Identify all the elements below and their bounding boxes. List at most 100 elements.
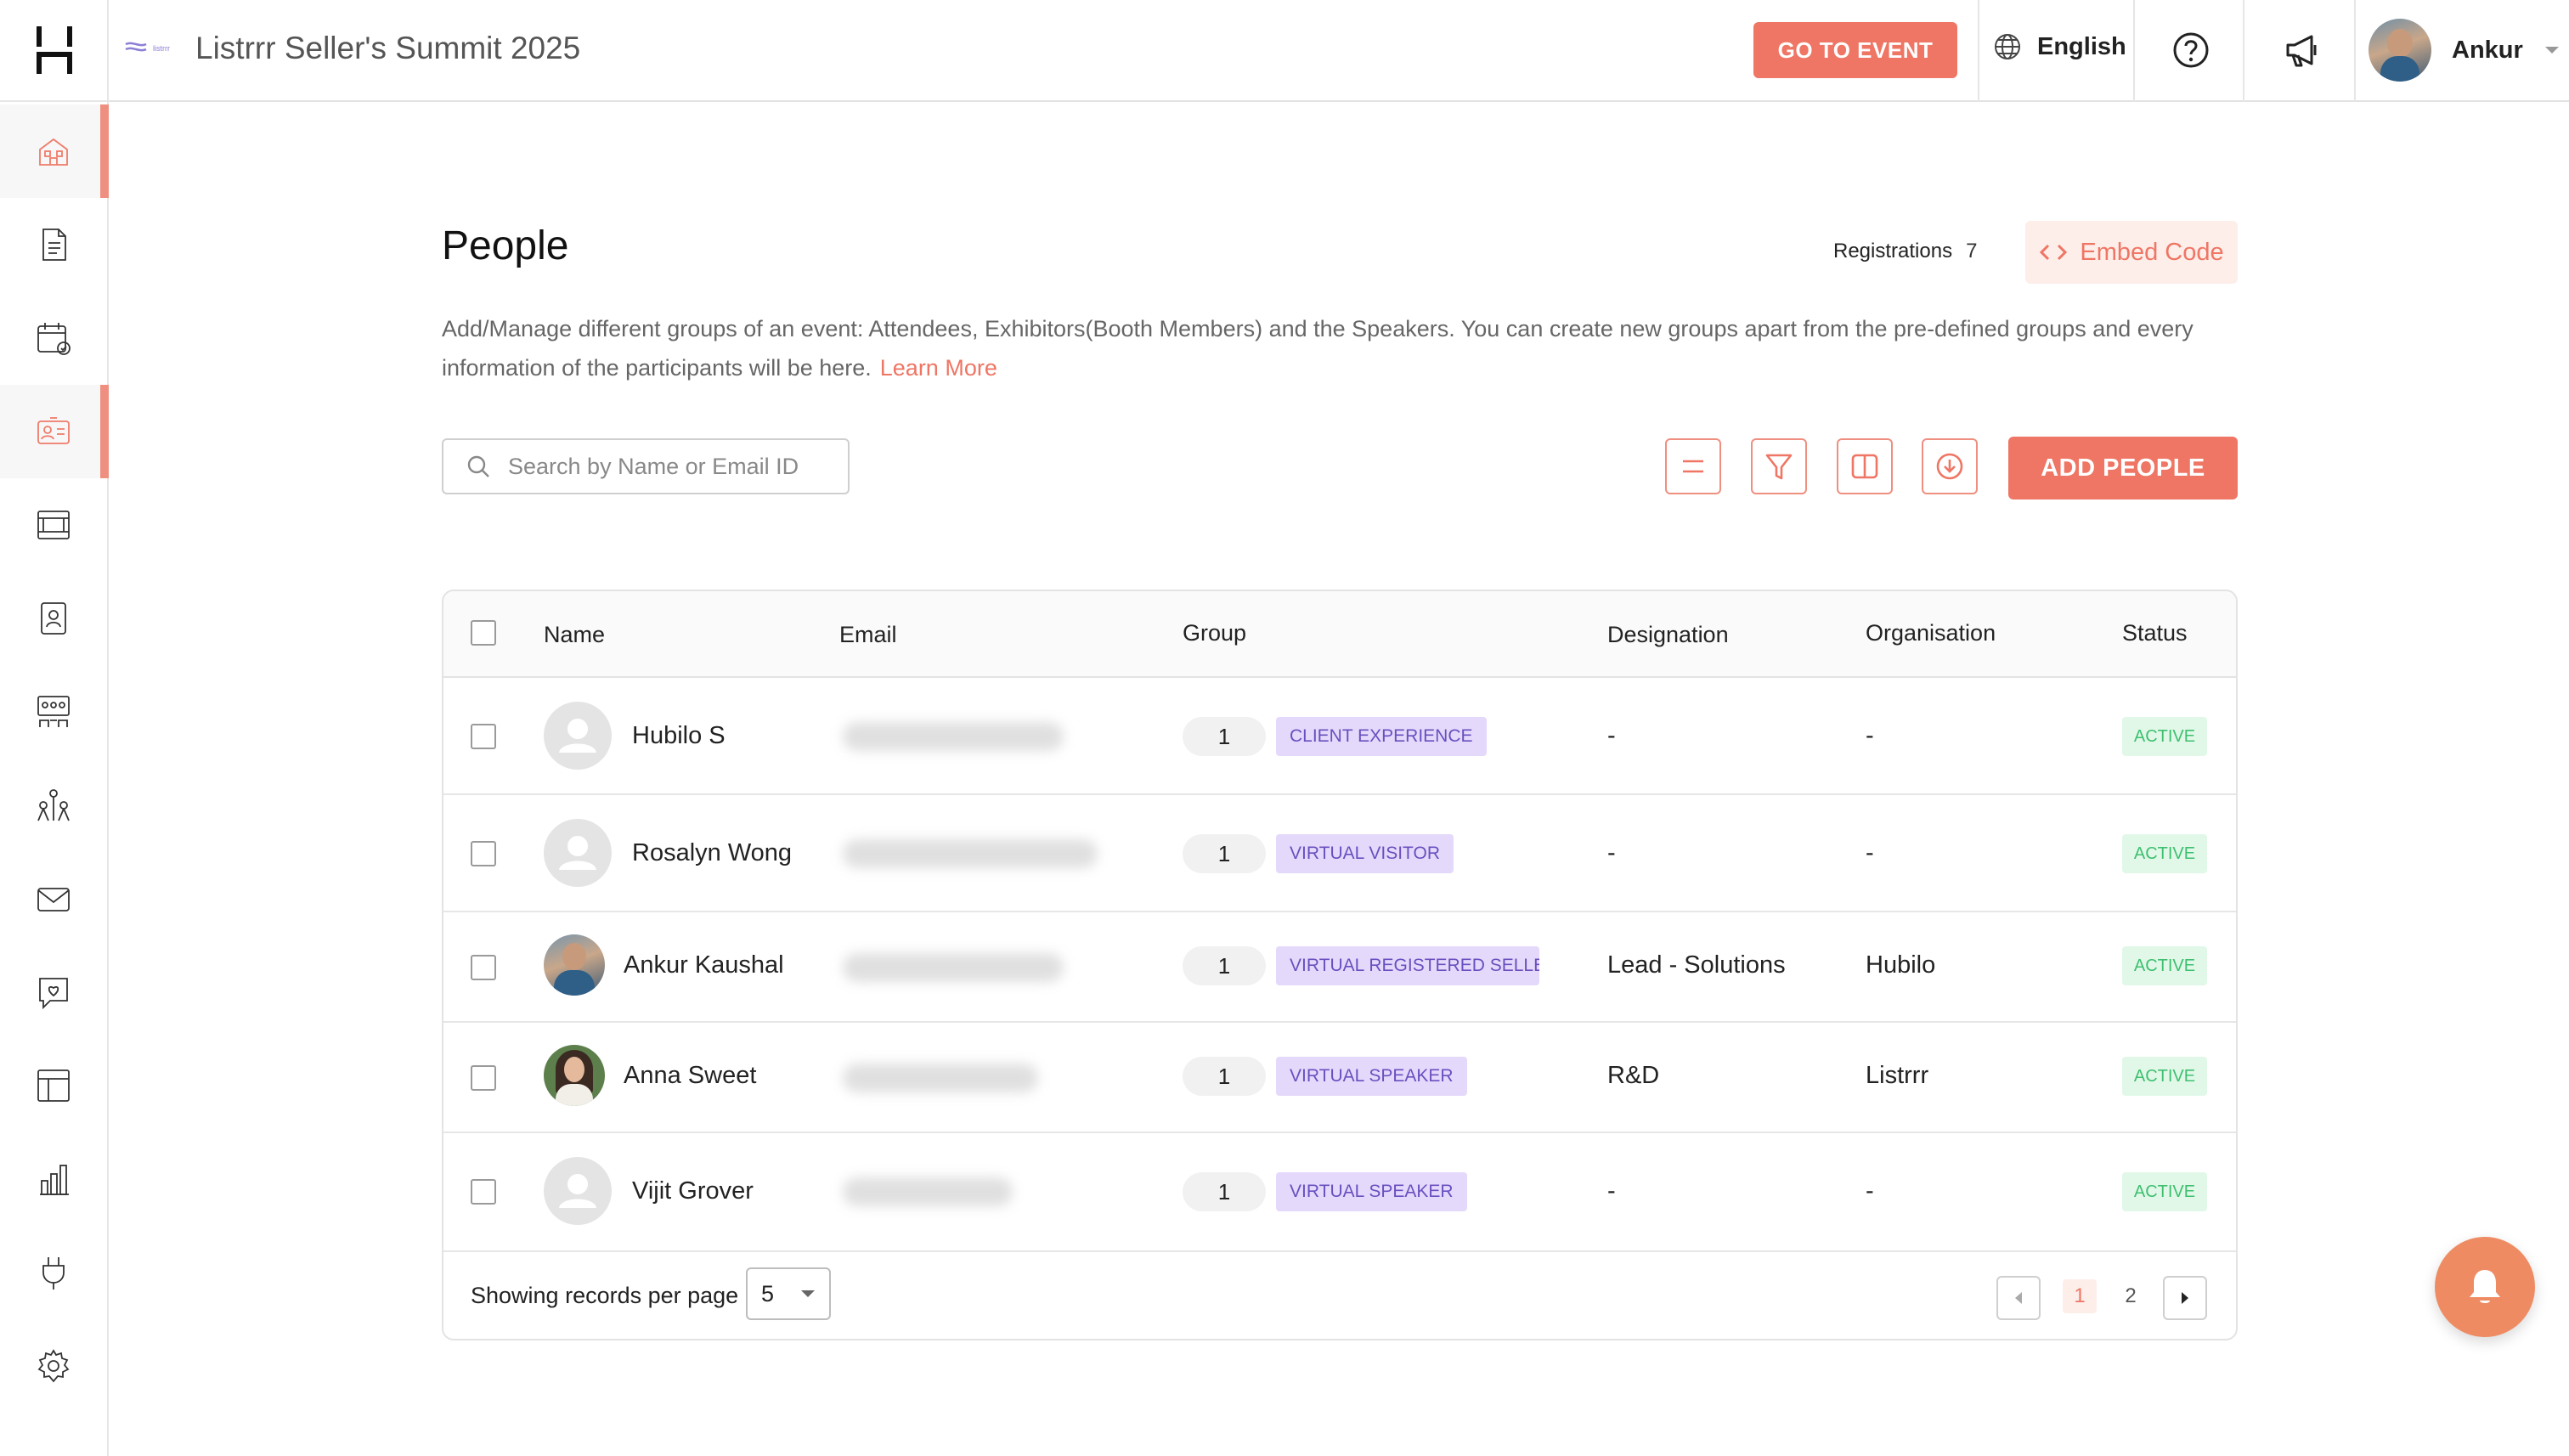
person-name[interactable]: Rosalyn Wong [632,839,792,867]
organisation: Hubilo [1866,951,1936,979]
code-icon [2040,244,2068,261]
person-name[interactable]: Hubilo S [632,722,726,750]
registrations-value: 7 [1966,240,1978,262]
person-name[interactable]: Anna Sweet [624,1062,756,1090]
lounge-icon [37,696,70,727]
group-count: 1 [1183,717,1266,756]
status-badge: ACTIVE [2122,717,2207,756]
sidebar-item-analytics[interactable] [0,1132,107,1226]
sidebar-item-lounge[interactable] [0,665,107,759]
chevron-right-icon [2182,1292,2188,1304]
sidebar-item-event-home[interactable] [0,104,109,198]
integrations-icon [42,1257,65,1290]
status-badge: ACTIVE [2122,1172,2207,1211]
table-row[interactable]: Rosalyn Wong 1 VIRTUAL VISITOR - - ACTIV… [443,795,2236,912]
header-divider [2133,0,2135,102]
layout-icon [37,1069,70,1102]
table-row[interactable]: Anna Sweet 1 VIRTUAL SPEAKER R&D Listrrr… [443,1023,2236,1133]
next-page-button[interactable] [2163,1276,2207,1320]
person-name[interactable]: Vijit Grover [632,1177,754,1205]
group-count: 1 [1183,1172,1266,1211]
status-badge: ACTIVE [2122,1057,2207,1096]
listrrr-logo-icon [125,42,147,52]
row-checkbox[interactable] [471,841,496,866]
announcements-button[interactable] [2280,29,2323,71]
page-number-2[interactable]: 2 [2114,1279,2148,1313]
bulk-actions-button[interactable] [1665,438,1721,494]
page-title: People [442,223,569,268]
engagement-icon [39,978,68,1010]
columns-button[interactable] [1837,438,1893,494]
event-home-icon [39,138,68,166]
email-redacted [843,1177,1013,1206]
embed-code-label: Embed Code [2080,238,2224,266]
sidebar-item-settings[interactable] [0,1319,107,1413]
sidebar-item-engagement[interactable] [0,945,107,1039]
person-name[interactable]: Ankur Kaushal [624,951,784,979]
add-people-button[interactable]: ADD PEOPLE [2008,437,2238,499]
search-box[interactable] [442,438,850,494]
user-avatar [2369,19,2431,82]
megaphone-icon [2286,35,2317,67]
sidebar-item-layout[interactable] [0,1039,107,1132]
row-checkbox[interactable] [471,1065,496,1091]
notifications-button[interactable] [2435,1237,2535,1337]
chevron-down-icon [801,1290,815,1297]
language-selector[interactable]: English [1993,32,2126,61]
page-number-1[interactable]: 1 [2063,1279,2097,1313]
sidebar-item-badges[interactable] [0,572,107,665]
row-checkbox[interactable] [471,724,496,749]
learn-more-link[interactable]: Learn More [880,355,997,381]
sidebar-item-documents[interactable] [0,198,107,291]
per-page-value: 5 [761,1280,775,1306]
table-row[interactable]: Vijit Grover 1 VIRTUAL SPEAKER - - ACTIV… [443,1133,2236,1252]
user-menu[interactable]: Ankur [2369,19,2561,82]
email-redacted [843,839,1098,868]
email-redacted [843,722,1064,751]
download-icon [1936,453,1963,480]
people-card-icon [37,417,70,444]
header-divider [1978,0,1979,102]
event-brand: listrrr Listrrr Seller's Summit 2025 [124,31,580,66]
event-title: Listrrr Seller's Summit 2025 [195,31,581,65]
per-page-select[interactable]: 5 [746,1267,831,1320]
table-footer: Showing records per page 5 1 2 [443,1250,2236,1339]
settings-icon [37,1349,70,1383]
column-header-organisation[interactable]: Organisation [1866,620,1996,646]
hubilo-logo[interactable] [0,0,109,102]
column-header-name[interactable]: Name [544,622,605,648]
search-input[interactable] [508,453,831,480]
table-header: Name Email Group Designation Organisatio… [443,591,2236,678]
listrrr-logo: listrrr [124,37,184,59]
organisation: - [1866,722,1874,749]
filter-button[interactable] [1751,438,1807,494]
user-name: Ankur [2452,36,2523,64]
row-checkbox[interactable] [471,955,496,980]
embed-code-button[interactable]: Embed Code [2025,221,2238,284]
row-checkbox[interactable] [471,1179,496,1205]
designation: - [1607,722,1616,749]
sidebar-item-people[interactable] [0,385,109,478]
top-header: listrrr Listrrr Seller's Summit 2025 GO … [109,0,2569,102]
sidebar-item-booths[interactable] [0,478,107,572]
go-to-event-button[interactable]: GO TO EVENT [1753,22,1957,78]
sidebar-item-integrations[interactable] [0,1226,107,1319]
sidebar-item-email[interactable] [0,852,107,945]
download-button[interactable] [1922,438,1978,494]
table-row[interactable]: Ankur Kaushal 1 VIRTUAL REGISTERED SELLE… [443,912,2236,1023]
organisation: - [1866,1177,1874,1205]
table-row[interactable]: Hubilo S 1 CLIENT EXPERIENCE - - ACTIVE [443,678,2236,795]
designation: - [1607,839,1616,866]
help-button[interactable] [2170,29,2212,71]
document-icon [42,229,66,261]
email-redacted [843,1064,1038,1092]
status-badge: ACTIVE [2122,946,2207,985]
select-all-checkbox[interactable] [471,620,496,646]
column-header-status[interactable]: Status [2122,620,2188,646]
column-header-designation[interactable]: Designation [1607,622,1729,648]
column-header-email[interactable]: Email [839,622,897,648]
sidebar-item-networking[interactable] [0,759,107,852]
sidebar-item-agenda[interactable] [0,291,107,385]
prev-page-button[interactable] [1996,1276,2041,1320]
column-header-group[interactable]: Group [1183,620,1246,646]
